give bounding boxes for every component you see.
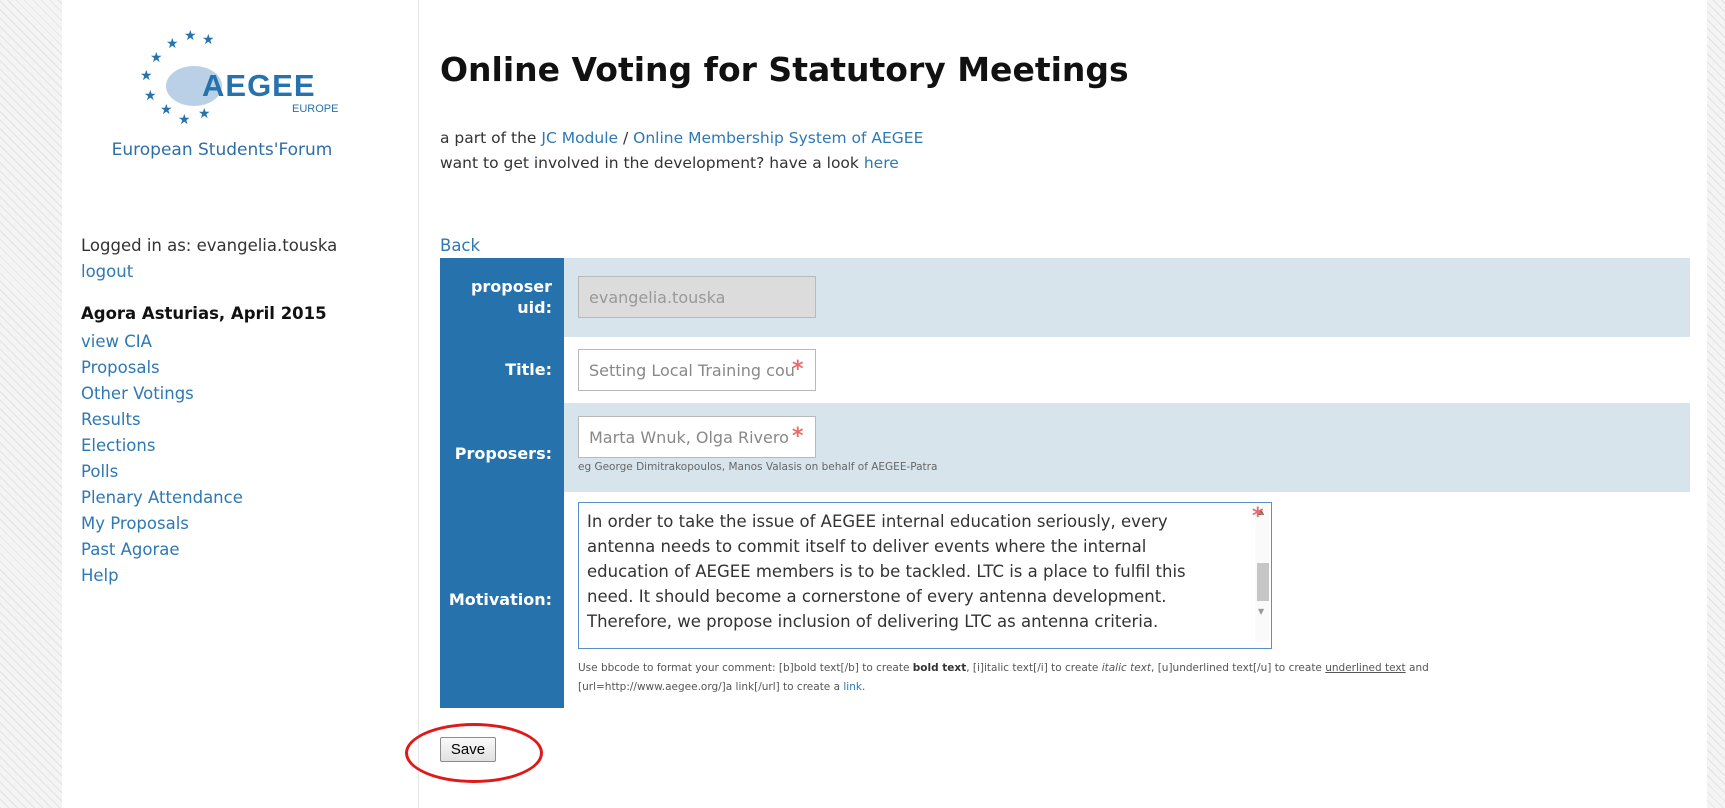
title-field[interactable] [578, 349, 816, 391]
sidebar-item-past-agorae[interactable]: Past Agorae [81, 540, 180, 559]
bbcode-underline-example: underlined text [1325, 662, 1406, 674]
bbcode-help-text: , [i]italic text[/i] to create [966, 662, 1102, 674]
motivation-text: In order to take the issue of AEGEE inte… [587, 512, 1186, 631]
svg-text:★: ★ [140, 68, 153, 84]
svg-text:★: ★ [178, 112, 191, 128]
here-link[interactable]: here [864, 154, 899, 172]
sidebar-item-plenary-attendance[interactable]: Plenary Attendance [81, 488, 243, 507]
form-row-proposer: proposer uid: [440, 258, 1690, 337]
form-row-title: Title: * [440, 337, 1690, 403]
jc-module-link[interactable]: JC Module [541, 129, 618, 147]
svg-text:★: ★ [184, 28, 197, 44]
bbcode-bold-example: bold text [912, 662, 967, 674]
intro-separator: / [618, 129, 634, 147]
sidebar: ★ ★ ★ ★ ★ ★ ★ ★ ★ AEGEE EUROPE European … [62, 0, 419, 808]
svg-text:EUROPE: EUROPE [292, 103, 338, 115]
svg-text:★: ★ [202, 32, 215, 48]
bbcode-link-example[interactable]: link [843, 681, 862, 693]
svg-text:★: ★ [166, 36, 179, 52]
save-button[interactable]: Save [440, 737, 496, 762]
logout-link[interactable]: logout [81, 262, 133, 281]
sidebar-item-proposals[interactable]: Proposals [81, 358, 160, 377]
motivation-textarea[interactable]: In order to take the issue of AEGEE inte… [578, 502, 1272, 649]
motivation-label: Motivation: [440, 492, 564, 708]
page: ★ ★ ★ ★ ★ ★ ★ ★ ★ AEGEE EUROPE European … [62, 0, 1707, 808]
bbcode-help-text: Use bbcode to format your comment: [b]bo… [578, 662, 913, 674]
sidebar-item-help[interactable]: Help [81, 566, 119, 585]
intro-text: a part of the JC Module / Online Members… [440, 126, 923, 176]
proposers-hint: eg George Dimitrakopoulos, Manos Valasis… [578, 461, 938, 473]
svg-text:★: ★ [198, 106, 211, 122]
proposer-uid-label: proposer uid: [440, 258, 564, 337]
tagline: European Students'Forum [111, 140, 333, 160]
bbcode-help-text: and [1405, 662, 1429, 674]
required-mark-icon: * [1252, 504, 1264, 529]
sidebar-item-my-proposals[interactable]: My Proposals [81, 514, 189, 533]
sidebar-item-other-votings[interactable]: Other Votings [81, 384, 194, 403]
page-title: Online Voting for Statutory Meetings [440, 50, 1129, 89]
intro-prefix: a part of the [440, 129, 542, 147]
svg-text:AEGEE: AEGEE [202, 68, 316, 103]
bbcode-help: Use bbcode to format your comment: [b]bo… [578, 659, 1578, 697]
bbcode-help-text: , [u]underlined text[/u] to create [1151, 662, 1326, 674]
intro-line2: want to get involved in the development?… [440, 154, 864, 172]
title-label: Title: [440, 337, 564, 403]
bbcode-italic-example: italic text [1101, 662, 1152, 674]
bbcode-help-text: [url=http://www.aegee.org/]a link[/url] … [578, 681, 844, 693]
scroll-down-arrow-icon[interactable]: ▼ [1258, 607, 1264, 616]
required-mark-icon: * [792, 357, 804, 382]
bbcode-help-text: . [861, 681, 866, 693]
sidebar-item-polls[interactable]: Polls [81, 462, 118, 481]
sidebar-nav: view CIA Proposals Other Votings Results… [81, 331, 243, 591]
event-heading: Agora Asturias, April 2015 [81, 304, 327, 323]
sidebar-item-results[interactable]: Results [81, 410, 141, 429]
aegee-logo: ★ ★ ★ ★ ★ ★ ★ ★ ★ AEGEE EUROPE [140, 28, 338, 128]
sidebar-item-elections[interactable]: Elections [81, 436, 155, 455]
oms-link[interactable]: Online Membership System of AEGEE [633, 129, 923, 147]
back-link[interactable]: Back [440, 236, 480, 255]
svg-text:★: ★ [150, 50, 163, 66]
proposers-field[interactable] [578, 416, 816, 458]
svg-text:★: ★ [160, 102, 173, 118]
required-mark-icon: * [792, 424, 804, 449]
proposers-label: Proposers: [440, 403, 564, 492]
sidebar-item-view-cia[interactable]: view CIA [81, 332, 152, 351]
scroll-thumb[interactable] [1257, 563, 1269, 601]
proposer-uid-field [578, 276, 816, 318]
form-row-proposers: Proposers: * eg George Dimitrakopoulos, … [440, 403, 1690, 492]
form-row-motivation: Motivation: In order to take the issue o… [440, 492, 1690, 708]
logged-in-text: Logged in as: evangelia.touska [81, 236, 338, 255]
main-content: Online Voting for Statutory Meetings a p… [440, 0, 1690, 808]
svg-text:★: ★ [144, 88, 157, 104]
